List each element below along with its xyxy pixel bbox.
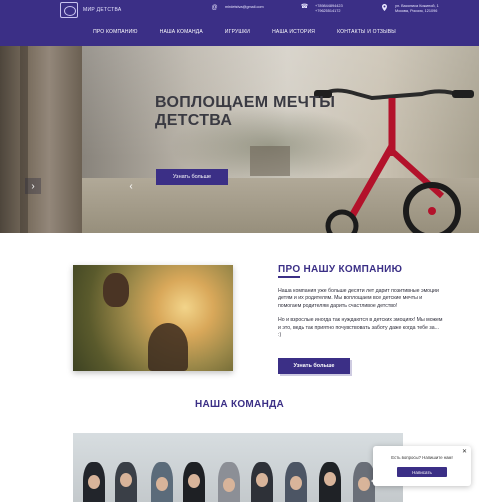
team-section-title: НАША КОМАНДА — [194, 399, 285, 410]
about-description: Наша компания уже больше десяти лет дари… — [278, 288, 443, 346]
hero-slider: ВОПЛОЩАЕМ МЕЧТЫ ДЕТСТВА › ‹ Узнать больш… — [0, 46, 479, 233]
about-paragraph-2: Но и взрослые иногда так нуждаются в дет… — [278, 317, 443, 339]
about-learn-more-button[interactable]: Узнать больше — [278, 358, 350, 374]
team-photo — [73, 433, 403, 502]
nav-item-contacts[interactable]: КОНТАКТЫ И ОТЗЫВЫ — [337, 29, 396, 35]
nav-item-toys[interactable]: ИГРУШКИ — [225, 29, 250, 35]
main-nav: ПРО КОМПАНИЮ НАША КОМАНДА ИГРУШКИ НАША И… — [0, 29, 479, 35]
slider-next-arrow[interactable]: › — [25, 178, 41, 194]
hero-learn-more-button[interactable]: Узнать больше — [156, 169, 228, 185]
nav-item-team[interactable]: НАША КОМАНДА — [160, 29, 203, 35]
hero-house — [250, 146, 290, 176]
header-email[interactable]: @ mirdetstva@gmail.com — [210, 5, 264, 12]
team-member-head — [358, 477, 370, 491]
logo-text: МИР ДЕТСТВА — [83, 7, 122, 13]
address-line-2: Москва, Россия, 121096 — [395, 9, 438, 13]
map-pin-icon — [380, 4, 389, 11]
hero-title: ВОПЛОЩАЕМ МЕЧТЫ ДЕТСТВА — [155, 94, 385, 130]
team-member-head — [324, 472, 336, 486]
team-member-head — [88, 475, 100, 489]
team-member-head — [256, 473, 268, 487]
about-company-photo — [73, 265, 233, 371]
header-phones[interactable]: ☎ +78984489442З +79625514172 — [300, 4, 343, 14]
chat-prompt-text: Есть вопросы? Напишите нам! — [391, 455, 453, 460]
teddy-bear-shape — [103, 273, 129, 307]
site-logo[interactable]: МИР ДЕТСТВА — [60, 2, 122, 18]
at-icon: @ — [211, 5, 218, 11]
top-header: МИР ДЕТСТВА @ mirdetstva@gmail.com ☎ +78… — [0, 0, 479, 46]
slider-prev-arrow[interactable]: ‹ — [123, 178, 139, 194]
girl-silhouette — [148, 323, 188, 371]
email-text: mirdetstva@gmail.com — [225, 5, 264, 9]
chat-close-icon[interactable]: ✕ — [462, 448, 467, 455]
tree-trunk-image — [0, 46, 82, 233]
phone-icon: ☎ — [300, 4, 309, 10]
chat-write-button[interactable]: Написать — [397, 467, 447, 477]
hero-title-line-1: ВОПЛОЩАЕМ МЕЧТЫ — [155, 94, 336, 111]
nav-item-history[interactable]: НАША ИСТОРИЯ — [272, 29, 315, 35]
team-member-head — [156, 477, 168, 491]
header-address: ул. Василиса Кожиной, 1 Москва, Россия, … — [380, 4, 439, 14]
hero-title-line-2: ДЕТСТВА — [155, 112, 233, 129]
about-title-underline — [278, 276, 300, 278]
tricycle-image — [314, 88, 474, 233]
nav-item-about[interactable]: ПРО КОМПАНИЮ — [93, 29, 138, 35]
about-paragraph-1: Наша компания уже больше десяти лет дари… — [278, 288, 439, 309]
team-member-head — [290, 476, 302, 490]
chat-widget: ✕ Есть вопросы? Напишите нам! Написать — [373, 446, 471, 486]
team-member-head — [188, 474, 200, 488]
phone-2: +79625514172 — [315, 9, 341, 13]
team-member-head — [223, 478, 235, 492]
about-section-title: ПРО НАШУ КОМПАНИЮ — [278, 264, 403, 275]
logo-icon — [60, 2, 78, 18]
team-member-head — [120, 473, 132, 487]
